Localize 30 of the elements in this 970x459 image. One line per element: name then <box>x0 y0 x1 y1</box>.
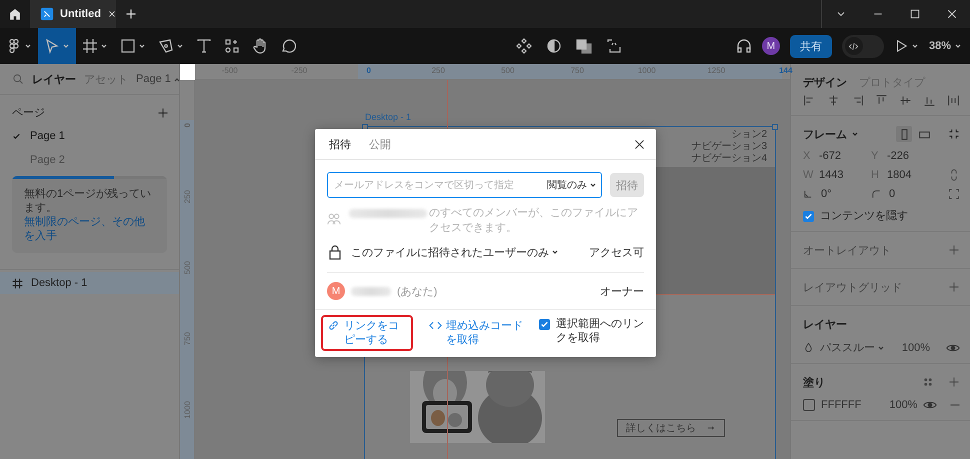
cta-button: 詳しくはこちら <box>617 419 725 437</box>
layout-grid-title: レイアウトグリッド <box>803 280 902 294</box>
selection-link-label: 選択範囲へのリンクを取得 <box>556 317 645 345</box>
auto-layout-title: オートレイアウト <box>803 244 891 258</box>
nav-item: ナビゲーション4 <box>691 153 767 165</box>
member-avatar: M <box>327 282 345 300</box>
pages-heading: ページ <box>12 106 45 120</box>
ruler-label: 500 <box>182 260 192 274</box>
team-notice: のすべてのメンバーが、このファイルにアクセスできます。 <box>429 206 639 236</box>
member-role: オーナー <box>600 284 644 298</box>
ruler-label: 144 <box>779 66 792 75</box>
ruler-label: 1000 <box>182 400 192 418</box>
member-suffix: (あなた) <box>397 284 438 298</box>
ruler-label: 750 <box>570 66 584 75</box>
nav-item: ション2 <box>731 129 767 141</box>
ruler-label: 0 <box>366 66 371 75</box>
ruler-label: 250 <box>182 190 192 204</box>
clip-content-label: コンテンツを隠す <box>820 209 908 223</box>
access-level: アクセス可 <box>589 246 644 260</box>
usage-message: 無料の1ページが残っています。 <box>23 187 152 215</box>
nav-item: ナビゲーション3 <box>691 141 767 153</box>
ruler-label: 1250 <box>707 66 726 75</box>
ruler-label: 1000 <box>638 66 656 75</box>
tab-title: Untitled <box>60 8 101 20</box>
ruler-label: 750 <box>182 332 192 346</box>
ruler-label: 500 <box>501 66 514 75</box>
ruler-label: 250 <box>432 66 445 75</box>
ruler-label: 0 <box>182 123 192 128</box>
layer-section-title: レイヤー <box>803 318 847 332</box>
fill-section-title: 塗り <box>803 376 825 390</box>
